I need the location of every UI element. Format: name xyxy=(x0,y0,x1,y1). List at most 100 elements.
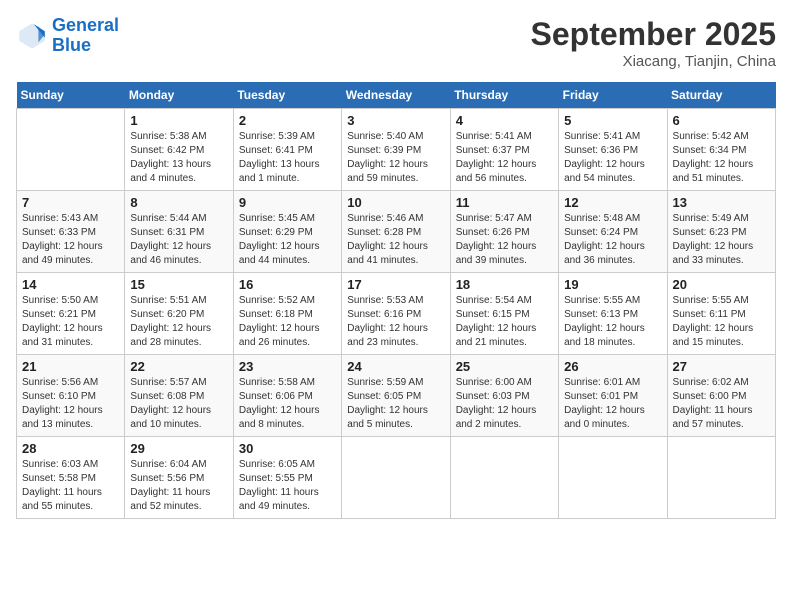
logo-text: General Blue xyxy=(52,16,119,56)
header-row: SundayMondayTuesdayWednesdayThursdayFrid… xyxy=(17,82,776,109)
week-row-2: 7Sunrise: 5:43 AM Sunset: 6:33 PM Daylig… xyxy=(17,191,776,273)
day-header-sunday: Sunday xyxy=(17,82,125,109)
calendar-table: SundayMondayTuesdayWednesdayThursdayFrid… xyxy=(16,82,776,519)
day-number: 19 xyxy=(564,277,661,292)
calendar-cell: 28 Sunrise: 6:03 AM Sunset: 5:58 PM Dayli… xyxy=(17,437,125,519)
calendar-cell: 24 Sunrise: 5:59 AM Sunset: 6:05 PM Dayli… xyxy=(342,355,450,437)
day-header-wednesday: Wednesday xyxy=(342,82,450,109)
calendar-cell: 16 Sunrise: 5:52 AM Sunset: 6:18 PM Dayli… xyxy=(233,273,341,355)
location: Xiacang, Tianjin, China xyxy=(531,53,776,70)
day-number: 16 xyxy=(239,277,336,292)
day-number: 22 xyxy=(130,359,227,374)
day-info: Sunrise: 5:56 AM Sunset: 6:10 PM Dayligh… xyxy=(22,376,119,432)
calendar-cell: 26 Sunrise: 6:01 AM Sunset: 6:01 PM Dayli… xyxy=(559,355,667,437)
day-number: 2 xyxy=(239,113,336,128)
calendar-cell: 10Sunrise: 5:46 AM Sunset: 6:28 PM Dayli… xyxy=(342,191,450,273)
calendar-cell xyxy=(559,437,667,519)
calendar-cell: 2Sunrise: 5:39 AM Sunset: 6:41 PM Daylig… xyxy=(233,109,341,191)
calendar-cell: 18Sunrise: 5:54 AM Sunset: 6:15 PM Dayli… xyxy=(450,273,558,355)
calendar-cell: 6 Sunrise: 5:42 AM Sunset: 6:34 PM Daylig… xyxy=(667,109,775,191)
day-info: Sunrise: 5:44 AM Sunset: 6:31 PM Dayligh… xyxy=(130,212,227,268)
day-number: 25 xyxy=(456,359,553,374)
day-number: 13 xyxy=(673,195,770,210)
day-info: Sunrise: 5:41 AM Sunset: 6:37 PM Dayligh… xyxy=(456,130,553,186)
day-info: Sunrise: 5:48 AM Sunset: 6:24 PM Dayligh… xyxy=(564,212,661,268)
day-number: 26 xyxy=(564,359,661,374)
day-number: 30 xyxy=(239,441,336,456)
day-number: 12 xyxy=(564,195,661,210)
calendar-cell: 21 Sunrise: 5:56 AM Sunset: 6:10 PM Dayli… xyxy=(17,355,125,437)
page-header: General Blue September 2025 Xiacang, Tia… xyxy=(16,16,776,70)
calendar-cell: 13Sunrise: 5:49 AM Sunset: 6:23 PM Dayli… xyxy=(667,191,775,273)
day-header-saturday: Saturday xyxy=(667,82,775,109)
calendar-cell xyxy=(17,109,125,191)
calendar-cell: 29 Sunrise: 6:04 AM Sunset: 5:56 PM Dayli… xyxy=(125,437,233,519)
day-info: Sunrise: 5:47 AM Sunset: 6:26 PM Dayligh… xyxy=(456,212,553,268)
day-number: 28 xyxy=(22,441,119,456)
day-info: Sunrise: 6:05 AM Sunset: 5:55 PM Dayligh… xyxy=(239,458,336,514)
day-info: Sunrise: 5:58 AM Sunset: 6:06 PM Dayligh… xyxy=(239,376,336,432)
day-info: Sunrise: 5:57 AM Sunset: 6:08 PM Dayligh… xyxy=(130,376,227,432)
day-info: Sunrise: 5:41 AM Sunset: 6:36 PM Dayligh… xyxy=(564,130,661,186)
day-number: 17 xyxy=(347,277,444,292)
day-info: Sunrise: 5:40 AM Sunset: 6:39 PM Dayligh… xyxy=(347,130,444,186)
calendar-cell: 8 Sunrise: 5:44 AM Sunset: 6:31 PM Daylig… xyxy=(125,191,233,273)
title-block: September 2025 Xiacang, Tianjin, China xyxy=(531,16,776,70)
calendar-cell: 11 Sunrise: 5:47 AM Sunset: 6:26 PM Dayli… xyxy=(450,191,558,273)
day-number: 6 xyxy=(673,113,770,128)
day-info: Sunrise: 5:54 AM Sunset: 6:15 PM Dayligh… xyxy=(456,294,553,350)
day-number: 3 xyxy=(347,113,444,128)
day-info: Sunrise: 5:59 AM Sunset: 6:05 PM Dayligh… xyxy=(347,376,444,432)
day-number: 15 xyxy=(130,277,227,292)
month-title: September 2025 xyxy=(531,16,776,53)
day-header-tuesday: Tuesday xyxy=(233,82,341,109)
day-header-monday: Monday xyxy=(125,82,233,109)
day-info: Sunrise: 5:55 AM Sunset: 6:13 PM Dayligh… xyxy=(564,294,661,350)
calendar-cell: 22 Sunrise: 5:57 AM Sunset: 6:08 PM Dayli… xyxy=(125,355,233,437)
day-number: 23 xyxy=(239,359,336,374)
day-info: Sunrise: 5:52 AM Sunset: 6:18 PM Dayligh… xyxy=(239,294,336,350)
calendar-cell: 5 Sunrise: 5:41 AM Sunset: 6:36 PM Daylig… xyxy=(559,109,667,191)
calendar-cell: 7Sunrise: 5:43 AM Sunset: 6:33 PM Daylig… xyxy=(17,191,125,273)
calendar-cell: 3 Sunrise: 5:40 AM Sunset: 6:39 PM Daylig… xyxy=(342,109,450,191)
calendar-cell xyxy=(667,437,775,519)
day-number: 5 xyxy=(564,113,661,128)
day-info: Sunrise: 5:50 AM Sunset: 6:21 PM Dayligh… xyxy=(22,294,119,350)
calendar-cell xyxy=(450,437,558,519)
calendar-cell: 9Sunrise: 5:45 AM Sunset: 6:29 PM Daylig… xyxy=(233,191,341,273)
logo: General Blue xyxy=(16,16,119,56)
day-info: Sunrise: 5:55 AM Sunset: 6:11 PM Dayligh… xyxy=(673,294,770,350)
calendar-cell: 17Sunrise: 5:53 AM Sunset: 6:16 PM Dayli… xyxy=(342,273,450,355)
calendar-cell: 14 Sunrise: 5:50 AM Sunset: 6:21 PM Dayli… xyxy=(17,273,125,355)
logo-line1: General xyxy=(52,15,119,35)
week-row-3: 14 Sunrise: 5:50 AM Sunset: 6:21 PM Dayli… xyxy=(17,273,776,355)
calendar-cell: 27 Sunrise: 6:02 AM Sunset: 6:00 PM Dayli… xyxy=(667,355,775,437)
day-number: 27 xyxy=(673,359,770,374)
day-number: 20 xyxy=(673,277,770,292)
week-row-5: 28 Sunrise: 6:03 AM Sunset: 5:58 PM Dayli… xyxy=(17,437,776,519)
day-info: Sunrise: 6:02 AM Sunset: 6:00 PM Dayligh… xyxy=(673,376,770,432)
day-info: Sunrise: 5:38 AM Sunset: 6:42 PM Dayligh… xyxy=(130,130,227,186)
calendar-cell: 19 Sunrise: 5:55 AM Sunset: 6:13 PM Dayli… xyxy=(559,273,667,355)
calendar-cell: 4 Sunrise: 5:41 AM Sunset: 6:37 PM Daylig… xyxy=(450,109,558,191)
day-info: Sunrise: 5:43 AM Sunset: 6:33 PM Dayligh… xyxy=(22,212,119,268)
calendar-cell: 1 Sunrise: 5:38 AM Sunset: 6:42 PM Daylig… xyxy=(125,109,233,191)
day-info: Sunrise: 6:03 AM Sunset: 5:58 PM Dayligh… xyxy=(22,458,119,514)
day-header-friday: Friday xyxy=(559,82,667,109)
logo-icon xyxy=(16,20,48,52)
calendar-cell: 12 Sunrise: 5:48 AM Sunset: 6:24 PM Dayli… xyxy=(559,191,667,273)
day-info: Sunrise: 5:42 AM Sunset: 6:34 PM Dayligh… xyxy=(673,130,770,186)
day-number: 29 xyxy=(130,441,227,456)
day-info: Sunrise: 6:01 AM Sunset: 6:01 PM Dayligh… xyxy=(564,376,661,432)
day-number: 8 xyxy=(130,195,227,210)
week-row-4: 21 Sunrise: 5:56 AM Sunset: 6:10 PM Dayli… xyxy=(17,355,776,437)
day-info: Sunrise: 5:51 AM Sunset: 6:20 PM Dayligh… xyxy=(130,294,227,350)
day-number: 21 xyxy=(22,359,119,374)
day-number: 24 xyxy=(347,359,444,374)
day-info: Sunrise: 6:04 AM Sunset: 5:56 PM Dayligh… xyxy=(130,458,227,514)
day-number: 11 xyxy=(456,195,553,210)
day-number: 4 xyxy=(456,113,553,128)
day-number: 1 xyxy=(130,113,227,128)
day-number: 14 xyxy=(22,277,119,292)
day-header-thursday: Thursday xyxy=(450,82,558,109)
